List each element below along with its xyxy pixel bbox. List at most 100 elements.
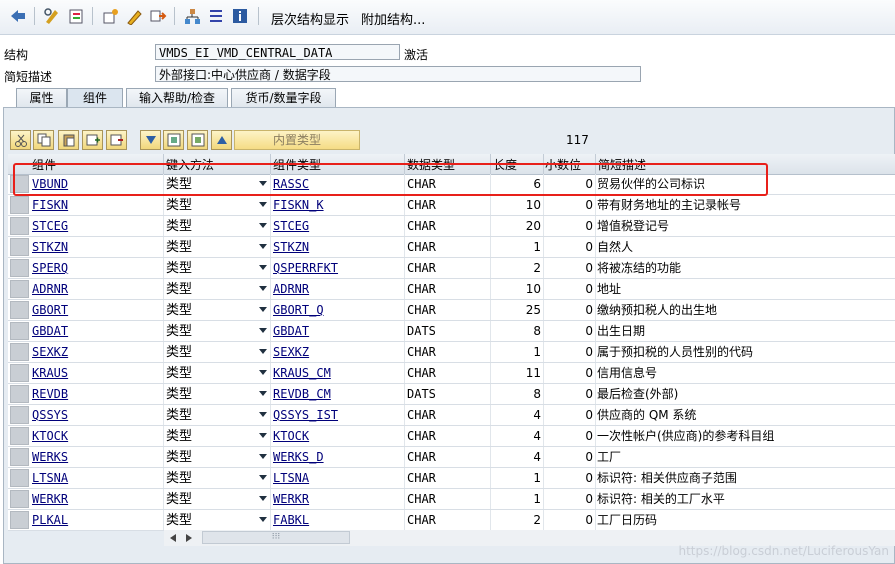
typing-method[interactable]: 类型 <box>166 239 256 256</box>
copy-icon[interactable] <box>33 130 54 150</box>
scroll-right-icon[interactable] <box>186 534 194 542</box>
table-row[interactable]: KRAUS 类型 KRAUS_CM CHAR 11 0 信用信息号 <box>8 363 895 384</box>
check-pencil-icon[interactable] <box>124 6 144 26</box>
dropdown-arrow-icon[interactable] <box>259 328 267 333</box>
component-type[interactable]: REVDB_CM <box>273 386 401 403</box>
table-row[interactable]: GBORT 类型 GBORT_Q CHAR 25 0 缴纳预扣税人的出生地 <box>8 300 895 321</box>
tab-components[interactable]: 组件 <box>67 88 123 108</box>
table-row[interactable]: FISKN 类型 FISKN_K CHAR 10 0 带有财务地址的主记录帐号 <box>8 195 895 216</box>
component-type[interactable]: QSPERRFKT <box>273 260 401 277</box>
dropdown-arrow-icon[interactable] <box>259 496 267 501</box>
table-row[interactable]: ADRNR 类型 ADRNR CHAR 10 0 地址 <box>8 279 895 300</box>
short-description-field[interactable]: 外部接口:中心供应商 / 数据字段 <box>155 66 641 82</box>
component-name[interactable]: QSSYS <box>32 407 160 424</box>
typing-method[interactable]: 类型 <box>166 260 256 277</box>
dropdown-arrow-icon[interactable] <box>259 223 267 228</box>
row-selector[interactable] <box>10 364 29 382</box>
tab-attributes[interactable]: 属性 <box>16 88 67 108</box>
component-name[interactable]: STKZN <box>32 239 160 256</box>
component-name[interactable]: REVDB <box>32 386 160 403</box>
component-name[interactable]: STCEG <box>32 218 160 235</box>
component-type[interactable]: WERKR <box>273 491 401 508</box>
expand-icon[interactable] <box>163 130 184 150</box>
table-row[interactable]: PLKAL 类型 FABKL CHAR 2 0 工厂日历码 <box>8 510 895 531</box>
component-name[interactable]: GBORT <box>32 302 160 319</box>
component-type[interactable]: WERKS_D <box>273 449 401 466</box>
table-row[interactable]: WERKS 类型 WERKS_D CHAR 4 0 工厂 <box>8 447 895 468</box>
component-type[interactable]: STKZN <box>273 239 401 256</box>
structure-list-icon[interactable] <box>206 6 226 26</box>
builtin-type-button[interactable]: 内置类型 <box>234 130 360 150</box>
component-name[interactable]: SEXKZ <box>32 344 160 361</box>
row-selector[interactable] <box>10 343 29 361</box>
component-type[interactable]: GBDAT <box>273 323 401 340</box>
component-type[interactable]: QSSYS_IST <box>273 407 401 424</box>
typing-method[interactable]: 类型 <box>166 407 256 424</box>
scroll-handle[interactable]: ⁝⁝⁝ <box>202 531 350 544</box>
row-selector[interactable] <box>10 259 29 277</box>
dropdown-arrow-icon[interactable] <box>259 202 267 207</box>
component-name[interactable]: WERKS <box>32 449 160 466</box>
collapse-icon[interactable] <box>187 130 208 150</box>
row-selector[interactable] <box>10 511 29 529</box>
back-arrow-icon[interactable] <box>8 6 28 26</box>
filter-down-icon[interactable] <box>140 130 161 150</box>
component-type[interactable]: ADRNR <box>273 281 401 298</box>
typing-method[interactable]: 类型 <box>166 344 256 361</box>
component-type[interactable]: SEXKZ <box>273 344 401 361</box>
component-name[interactable]: ADRNR <box>32 281 160 298</box>
typing-method[interactable]: 类型 <box>166 365 256 382</box>
component-name[interactable]: KTOCK <box>32 428 160 445</box>
row-selector[interactable] <box>10 280 29 298</box>
typing-method[interactable]: 类型 <box>166 491 256 508</box>
typing-method[interactable]: 类型 <box>166 218 256 235</box>
tab-currency-quantity[interactable]: 货币/数量字段 <box>231 88 336 108</box>
dropdown-arrow-icon[interactable] <box>259 391 267 396</box>
typing-method[interactable]: 类型 <box>166 323 256 340</box>
typing-method[interactable]: 类型 <box>166 197 256 214</box>
dropdown-arrow-icon[interactable] <box>259 433 267 438</box>
typing-method[interactable]: 类型 <box>166 512 256 529</box>
component-name[interactable]: SPERQ <box>32 260 160 277</box>
component-type[interactable]: FABKL <box>273 512 401 529</box>
dropdown-arrow-icon[interactable] <box>259 370 267 375</box>
component-name[interactable]: FISKN <box>32 197 160 214</box>
table-row[interactable]: WERKR 类型 WERKR CHAR 1 0 标识符: 相关的工厂水平 <box>8 489 895 510</box>
insert-row-icon[interactable] <box>82 130 103 150</box>
table-row[interactable]: GBDAT 类型 GBDAT DATS 8 0 出生日期 <box>8 321 895 342</box>
dropdown-arrow-icon[interactable] <box>259 349 267 354</box>
component-type[interactable]: STCEG <box>273 218 401 235</box>
typing-method[interactable]: 类型 <box>166 281 256 298</box>
table-row[interactable]: STKZN 类型 STKZN CHAR 1 0 自然人 <box>8 237 895 258</box>
table-row[interactable]: QSSYS 类型 QSSYS_IST CHAR 4 0 供应商的 QM 系统 <box>8 405 895 426</box>
delete-row-icon[interactable] <box>106 130 127 150</box>
dropdown-arrow-icon[interactable] <box>259 475 267 480</box>
typing-method[interactable]: 类型 <box>166 428 256 445</box>
component-name[interactable]: LTSNA <box>32 470 160 487</box>
scroll-left-icon[interactable] <box>170 534 178 542</box>
dropdown-arrow-icon[interactable] <box>259 412 267 417</box>
row-selector[interactable] <box>10 238 29 256</box>
dropdown-arrow-icon[interactable] <box>259 286 267 291</box>
table-row[interactable]: REVDB 类型 REVDB_CM DATS 8 0 最后检查(外部) <box>8 384 895 405</box>
dropdown-arrow-icon[interactable] <box>259 454 267 459</box>
tab-input-help[interactable]: 输入帮助/检查 <box>126 88 228 108</box>
row-selector[interactable] <box>10 217 29 235</box>
row-selector[interactable] <box>10 301 29 319</box>
display-change-icon[interactable] <box>42 6 62 26</box>
row-selector[interactable] <box>10 196 29 214</box>
component-type[interactable]: GBORT_Q <box>273 302 401 319</box>
dropdown-arrow-icon[interactable] <box>259 244 267 249</box>
component-type[interactable]: FISKN_K <box>273 197 401 214</box>
dropdown-arrow-icon[interactable] <box>259 517 267 522</box>
paste-icon[interactable] <box>58 130 79 150</box>
component-name[interactable]: KRAUS <box>32 365 160 382</box>
table-row[interactable]: STCEG 类型 STCEG CHAR 20 0 增值税登记号 <box>8 216 895 237</box>
row-selector[interactable] <box>10 322 29 340</box>
component-name[interactable]: WERKR <box>32 491 160 508</box>
row-selector[interactable] <box>10 385 29 403</box>
typing-method[interactable]: 类型 <box>166 449 256 466</box>
component-type[interactable]: LTSNA <box>273 470 401 487</box>
table-row[interactable]: SPERQ 类型 QSPERRFKT CHAR 2 0 将被冻结的功能 <box>8 258 895 279</box>
hierarchy-icon[interactable] <box>182 6 202 26</box>
